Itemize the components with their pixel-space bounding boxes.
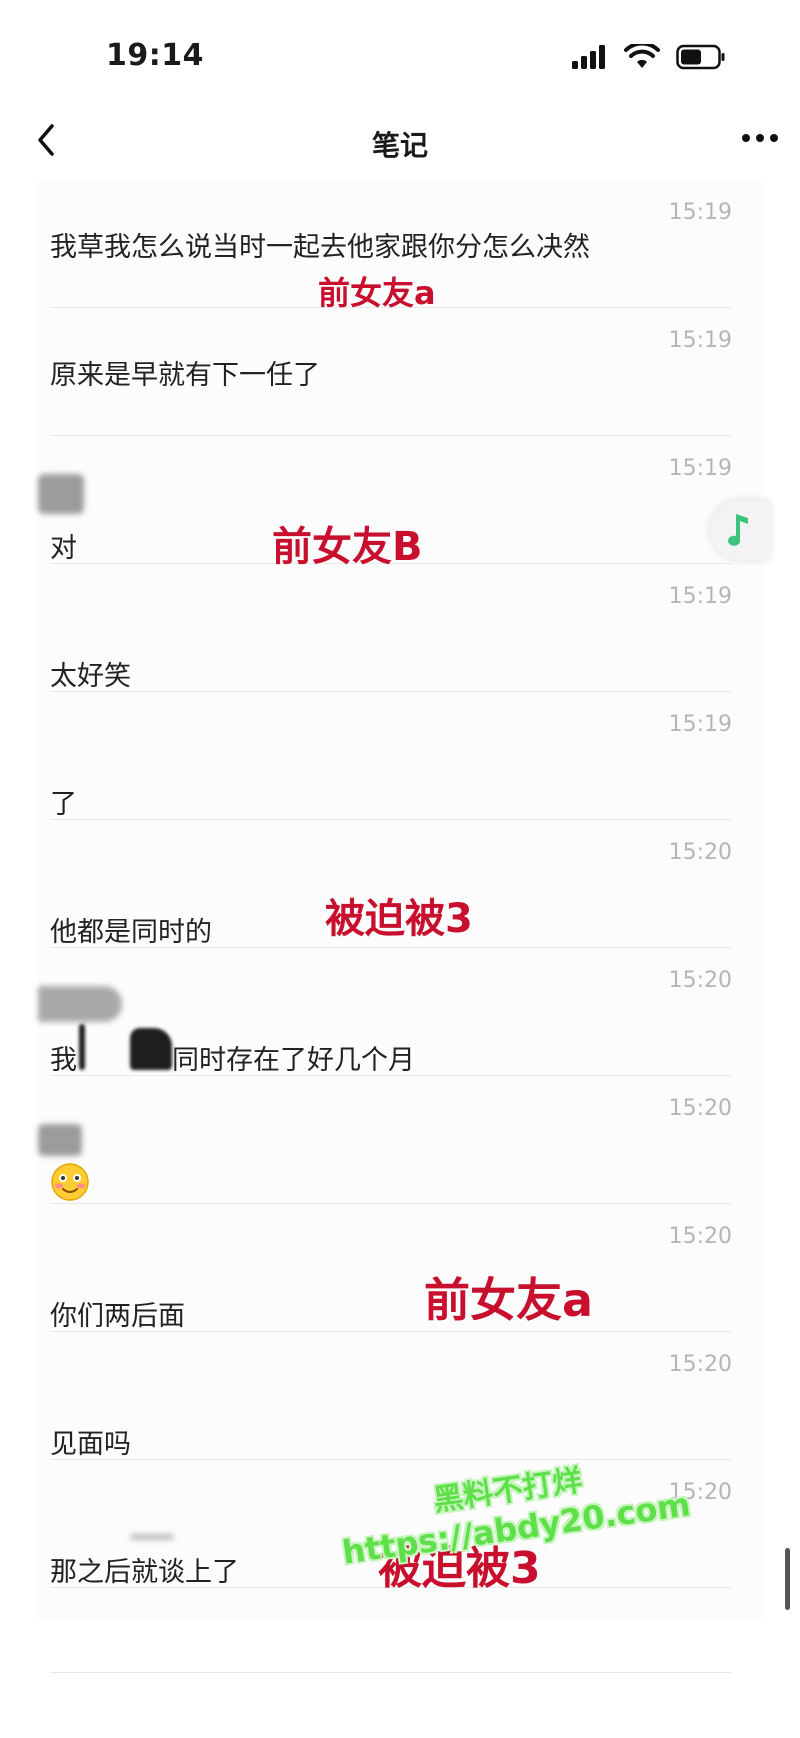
message-time: 15:19 <box>668 200 732 225</box>
redacted-avatar <box>38 986 122 1022</box>
message-time: 15:19 <box>668 712 732 737</box>
redacted-avatar <box>38 474 84 514</box>
status-time: 19:14 <box>106 38 204 73</box>
annotation-label: 前女友a <box>318 274 436 312</box>
message-text: 太好笑 <box>50 661 131 692</box>
message-text: 了 <box>50 789 77 820</box>
message-text: 我草我怎么说当时一起去他家跟你分怎么决然 <box>50 232 590 263</box>
message-text-part-a: 我 <box>50 1045 77 1076</box>
message-time: 15:20 <box>668 968 732 993</box>
redacted-name <box>130 1028 172 1070</box>
redacted-mark <box>130 1534 174 1540</box>
list-item[interactable]: 15:20 <box>50 1076 732 1204</box>
status-bar: 19:14 <box>0 0 800 110</box>
list-item[interactable]: 15:19 太好笑 <box>50 564 732 692</box>
message-text: 他都是同时的 <box>50 917 212 948</box>
list-item[interactable]: 15:19 了 <box>50 692 732 820</box>
nav-bar: 笔记 <box>0 110 800 180</box>
message-time: 15:20 <box>668 1352 732 1377</box>
message-time: 15:19 <box>668 328 732 353</box>
redacted-mark <box>79 1024 85 1070</box>
blushing-smile-emoji <box>51 1163 89 1201</box>
message-time: 15:19 <box>668 456 732 481</box>
page-title: 笔记 <box>371 129 428 162</box>
redacted-avatar <box>38 1124 82 1156</box>
battery-icon <box>676 44 725 70</box>
message-text: 你们两后面 <box>50 1301 185 1332</box>
list-item[interactable]: 15:19 原来是早就有下一任了 <box>50 308 732 436</box>
annotation-label: 被迫被3 <box>325 896 473 942</box>
list-item[interactable]: 15:20 你们两后面 <box>50 1204 732 1332</box>
more-dots-icon[interactable] <box>740 128 780 148</box>
list-item[interactable]: 15:20 见面吗 <box>50 1332 732 1460</box>
message-text: 那之后就谈上了 <box>50 1557 239 1588</box>
message-text: 对 <box>50 533 77 564</box>
annotation-label: 前女友B <box>272 524 423 570</box>
status-icons <box>572 44 726 70</box>
message-time: 15:20 <box>668 1096 732 1121</box>
wifi-icon <box>624 44 660 68</box>
music-note-icon <box>728 514 748 546</box>
annotation-label: 前女友a <box>424 1273 594 1327</box>
message-time: 15:19 <box>668 584 732 609</box>
scrollbar[interactable] <box>785 1548 790 1610</box>
message-text: 见面吗 <box>50 1429 131 1460</box>
divider <box>50 1672 732 1673</box>
music-button[interactable] <box>710 500 770 560</box>
message-time: 15:20 <box>668 1224 732 1249</box>
message-text: 原来是早就有下一任了 <box>50 360 320 391</box>
message-time: 15:20 <box>668 840 732 865</box>
signal-icon <box>572 45 605 69</box>
message-text-part-b: 同时存在了好几个月 <box>172 1045 415 1076</box>
